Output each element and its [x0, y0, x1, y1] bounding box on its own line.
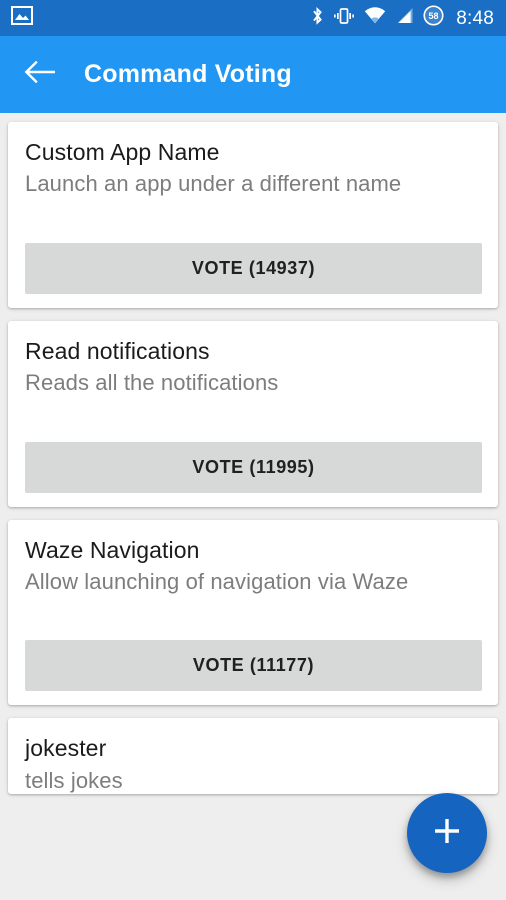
- command-card[interactable]: Waze Navigation Allow launching of navig…: [8, 519, 498, 706]
- command-description: tells jokes: [25, 767, 123, 793]
- cellular-signal-icon: [395, 7, 414, 29]
- command-card[interactable]: Read notifications Reads all the notific…: [8, 320, 498, 507]
- status-bar-notifications: [11, 6, 33, 30]
- page-title: Command Voting: [84, 60, 292, 88]
- battery-level-text: 58: [429, 11, 439, 21]
- card-spacer: [25, 397, 482, 442]
- app-bar: Command Voting: [0, 36, 506, 113]
- command-title: Custom App Name: [25, 139, 220, 165]
- command-card[interactable]: Custom App Name Launch an app under a di…: [8, 122, 498, 308]
- command-description: Allow launching of navigation via Waze: [25, 569, 409, 595]
- command-description: Launch an app under a different name: [25, 171, 402, 197]
- add-command-fab[interactable]: [407, 793, 487, 873]
- card-spacer: [25, 198, 482, 243]
- command-card[interactable]: jokester tells jokes: [8, 718, 498, 795]
- vote-button[interactable]: VOTE (11995): [25, 441, 482, 493]
- app-screen: 58 8:48 Command Voting Custom App Name L…: [0, 0, 506, 900]
- vote-button[interactable]: VOTE (11177): [25, 640, 482, 692]
- vibrate-icon: [333, 7, 355, 30]
- battery-icon: 58: [423, 5, 444, 31]
- command-title: Read notifications: [25, 337, 210, 364]
- card-spacer: [25, 595, 482, 640]
- command-list[interactable]: Custom App Name Launch an app under a di…: [0, 113, 506, 900]
- bluetooth-icon: [311, 6, 324, 31]
- wifi-icon: [364, 7, 386, 29]
- status-bar-clock: 8:48: [456, 7, 494, 29]
- image-notification-icon: [11, 6, 33, 30]
- back-button[interactable]: [22, 58, 56, 92]
- vote-button[interactable]: VOTE (14937): [25, 242, 482, 294]
- status-bar: 58 8:48: [0, 0, 506, 36]
- command-title: jokester: [25, 735, 107, 762]
- arrow-back-icon: [24, 59, 55, 90]
- command-title: Waze Navigation: [25, 536, 200, 563]
- status-bar-indicators: 58 8:48: [311, 5, 494, 31]
- command-description: Reads all the notifications: [25, 370, 279, 396]
- plus-icon: [430, 814, 464, 853]
